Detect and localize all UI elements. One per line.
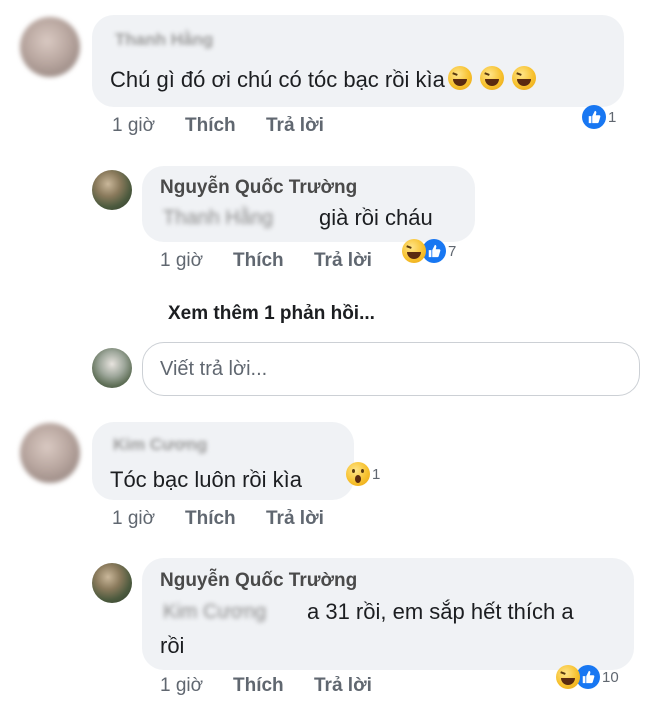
like-button[interactable]: Thích: [185, 508, 236, 530]
reply-text-line2: rồi: [160, 633, 185, 658]
reply-input-placeholder: Viết trả lời...: [160, 358, 268, 380]
haha-reaction-icon: [402, 239, 426, 263]
reply-like-button[interactable]: Thích: [233, 675, 284, 697]
reply-mention[interactable]: Kim Cương: [163, 601, 266, 624]
reply-author-avatar[interactable]: [92, 170, 132, 210]
comment-bubble: [92, 15, 624, 107]
commenter-avatar[interactable]: [20, 423, 80, 483]
reply-reply-button[interactable]: Trả lời: [314, 250, 372, 272]
reaction-count: 1: [372, 465, 381, 483]
reply-reaction-summary[interactable]: 10: [556, 664, 619, 690]
reaction-summary[interactable]: 1: [346, 461, 380, 487]
comment-text: Chú gì đó ơi chú có tóc bạc rồi kìa: [110, 66, 536, 93]
comment-time[interactable]: 1 giờ: [112, 508, 155, 530]
comment-text: Tóc bạc luôn rồi kìa: [110, 467, 302, 492]
reply-text-line1: a 31 rồi, em sắp hết thích a: [307, 599, 574, 624]
current-user-avatar: [92, 348, 132, 388]
view-more-replies-link[interactable]: Xem thêm 1 phản hồi...: [168, 303, 375, 325]
reply-author[interactable]: Nguyễn Quốc Trường: [160, 570, 357, 592]
reply-like-button[interactable]: Thích: [233, 250, 284, 272]
like-button[interactable]: Thích: [185, 115, 236, 137]
reaction-count: 10: [602, 668, 619, 686]
reply-reply-button[interactable]: Trả lời: [314, 675, 372, 697]
reply-time[interactable]: 1 giờ: [160, 250, 203, 272]
laughing-emoji-icon: [511, 66, 536, 90]
reply-reaction-summary[interactable]: 7: [402, 238, 456, 264]
comment-author[interactable]: Kim Cương: [113, 435, 207, 455]
reply-mention[interactable]: Thanh Hằng: [163, 207, 273, 230]
reply-author[interactable]: Nguyễn Quốc Trường: [160, 177, 357, 199]
like-icon: [582, 105, 606, 129]
comment-time[interactable]: 1 giờ: [112, 115, 155, 137]
reaction-count: 1: [608, 108, 617, 126]
reply-author-avatar[interactable]: [92, 563, 132, 603]
comment-author[interactable]: Thanh Hằng: [115, 30, 213, 50]
reaction-summary[interactable]: 1: [582, 104, 616, 130]
laughing-emoji-icon: [447, 66, 472, 90]
wow-emoji-icon: [346, 462, 370, 486]
reply-time[interactable]: 1 giờ: [160, 675, 203, 697]
reply-button[interactable]: Trả lời: [266, 508, 324, 530]
comment-text-content: Chú gì đó ơi chú có tóc bạc rồi kìa: [110, 67, 445, 92]
reply-text: già rồi cháu: [319, 205, 433, 230]
laughing-emoji-icon: [479, 66, 504, 90]
reaction-count: 7: [448, 242, 457, 260]
reply-button[interactable]: Trả lời: [266, 115, 324, 137]
commenter-avatar[interactable]: [20, 17, 80, 77]
haha-reaction-icon: [556, 665, 580, 689]
